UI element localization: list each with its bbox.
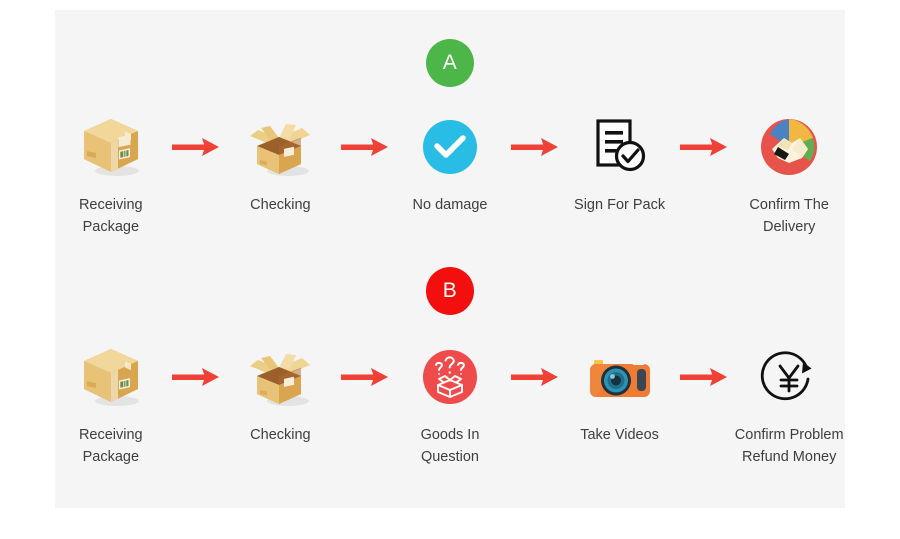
arrow-icon [675, 112, 733, 182]
badge-a: A [426, 39, 474, 87]
step-label: Sign For Pack [574, 197, 666, 213]
closed-box-icon [72, 342, 150, 412]
camera-icon [581, 342, 659, 412]
badge-b: B [426, 267, 474, 315]
step-no-damage: No damage [394, 112, 506, 216]
badge-b-label: B [442, 279, 458, 302]
arrow-icon [336, 112, 394, 182]
flow-row-b: Receiving Package Checking Goods In Ques… [55, 342, 845, 469]
arrow-icon [506, 342, 564, 412]
open-box-icon [241, 112, 319, 182]
badge-a-label: A [442, 51, 458, 74]
arrow-icon [336, 342, 394, 412]
step-receiving-package-b: Receiving Package [55, 342, 167, 469]
flow-row-a: Receiving Package Checking No damage Sig… [55, 112, 845, 239]
step-checking-b: Checking [225, 342, 337, 446]
flowchart-page: A B Receiving Package Checking No damage… [0, 0, 900, 539]
step-label: Checking [250, 197, 311, 213]
question-box-icon [411, 342, 489, 412]
step-label: Receiving Package [78, 427, 143, 466]
step-label: Take Videos [580, 427, 659, 443]
step-receiving-package-a: Receiving Package [55, 112, 167, 239]
closed-box-icon [72, 112, 150, 182]
step-label: No damage [412, 197, 488, 213]
step-sign-for-pack: Sign For Pack [564, 112, 676, 216]
arrow-icon [167, 342, 225, 412]
step-label: Checking [250, 427, 311, 443]
arrow-icon [675, 342, 733, 412]
refund-yen-icon [750, 342, 828, 412]
step-label: Confirm Problem Refund Money [734, 427, 844, 466]
step-label: Confirm The Delivery [749, 197, 829, 236]
step-take-videos: Take Videos [564, 342, 676, 446]
step-goods-in-question: Goods In Question [394, 342, 506, 469]
step-checking-a: Checking [225, 112, 337, 216]
step-label: Receiving Package [78, 197, 143, 236]
arrow-icon [167, 112, 225, 182]
arrow-icon [506, 112, 564, 182]
signed-document-icon [581, 112, 659, 182]
step-confirm-problem-refund-money: Confirm Problem Refund Money [733, 342, 845, 469]
step-label: Goods In Question [420, 427, 480, 466]
open-box-icon [241, 342, 319, 412]
handshake-icon [750, 112, 828, 182]
step-confirm-the-delivery: Confirm The Delivery [733, 112, 845, 239]
check-circle-icon [411, 112, 489, 182]
